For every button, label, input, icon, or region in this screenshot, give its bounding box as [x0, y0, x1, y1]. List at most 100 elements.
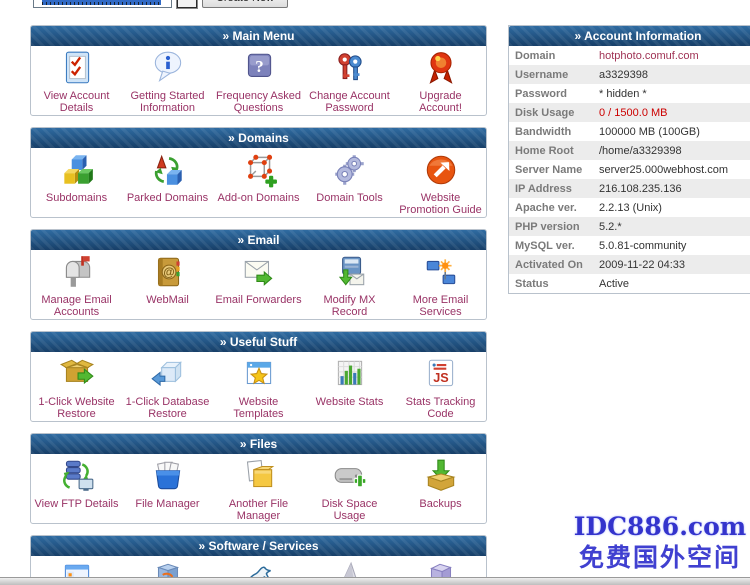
menu-item-label: View FTP Details [31, 498, 122, 510]
menu-item-view-account-details[interactable]: View Account Details [31, 47, 122, 114]
account-information-panel: » Account Information Domainhotphoto.com… [508, 25, 750, 294]
menu-item-label: WebMail [122, 294, 213, 306]
menu-item-disk-space-usage[interactable]: Disk Space Usage [304, 455, 395, 522]
menu-item-label: Subdomains [31, 192, 122, 204]
account-row-value: 216.108.235.136 [599, 183, 682, 195]
account-row-label: Server Name [509, 164, 599, 176]
svg-text:JS: JS [433, 371, 448, 385]
account-row-value: 2009-11-22 04:33 [599, 259, 685, 271]
menu-item-label: Change Account Password [304, 90, 395, 114]
modify-mx-record-icon [304, 251, 395, 293]
menu-item-label: Frequency Asked Questions [213, 90, 304, 114]
section-domains: » DomainsSubdomainsParked DomainsAdd-on … [30, 127, 487, 218]
section-header: » Files [31, 434, 486, 454]
menu-item-label: Manage Email Accounts [31, 294, 122, 318]
watermark: IDC886.com 免费国外空间 [570, 512, 750, 574]
menu-item-label: Website Promotion Guide [395, 192, 486, 216]
website-stats-icon [304, 353, 395, 395]
input-selected-text [42, 0, 161, 5]
window-bottom-edge [0, 577, 750, 585]
section-header: » Domains [31, 128, 486, 148]
account-row-disk-usage: Disk Usage0 / 1500.0 MB [509, 103, 750, 122]
account-row-password: Password* hidden * [509, 84, 750, 103]
subdomains-icon [31, 149, 122, 191]
account-row-status: StatusActive [509, 274, 750, 293]
watermark-slogan: 免费国外空间 [570, 542, 750, 574]
account-row-value: 0 / 1500.0 MB [599, 107, 668, 119]
account-row-php-version: PHP version5.2.* [509, 217, 750, 236]
account-row-label: Domain [509, 50, 599, 62]
account-row-value: Active [599, 278, 629, 290]
account-row-home-root: Home Root/home/a3329398 [509, 141, 750, 160]
svg-text:?: ? [255, 57, 263, 76]
account-row-bandwidth: Bandwidth100000 MB (100GB) [509, 122, 750, 141]
webmail-icon: @ [122, 251, 213, 293]
go-button[interactable] [177, 0, 197, 8]
menu-item-view-ftp-details[interactable]: View FTP Details [31, 455, 122, 510]
svg-text:@: @ [163, 266, 174, 279]
account-row-value[interactable]: hotphoto.comuf.com [599, 50, 699, 62]
section-header: » Email [31, 230, 486, 250]
account-row-value: 5.2.* [599, 221, 622, 233]
menu-item-label: More Email Services [395, 294, 486, 318]
menu-item-label: Backups [395, 498, 486, 510]
create-new-button[interactable]: Create New [202, 0, 288, 8]
menu-item-stats-tracking-code[interactable]: JSStats Tracking Code [395, 353, 486, 420]
menu-item-parked-domains[interactable]: Parked Domains [122, 149, 213, 204]
section-body: SubdomainsParked DomainsAdd-on DomainsDo… [31, 148, 486, 217]
account-row-mysql-ver: MySQL ver.5.0.81-community [509, 236, 750, 255]
account-row-label: Activated On [509, 259, 599, 271]
file-manager-icon [122, 455, 213, 497]
account-row-value: * hidden * [599, 88, 647, 100]
menu-item-label: Getting Started Information [122, 90, 213, 114]
account-row-value: 100000 MB (100GB) [599, 126, 700, 138]
domain-input[interactable] [33, 0, 172, 8]
menu-item-website-templates[interactable]: Website Templates [213, 353, 304, 420]
menu-item-another-file-manager[interactable]: Another File Manager [213, 455, 304, 522]
account-row-label: MySQL ver. [509, 240, 599, 252]
menu-item-more-email-services[interactable]: More Email Services [395, 251, 486, 318]
menu-item-getting-started-information[interactable]: Getting Started Information [122, 47, 213, 114]
account-information-rows: Domainhotphoto.comuf.com Usernamea3329398… [509, 46, 750, 293]
email-forwarders-icon [213, 251, 304, 293]
menu-item-modify-mx-record[interactable]: Modify MX Record [304, 251, 395, 318]
menu-item-1-click-website-restore[interactable]: 1-Click Website Restore [31, 353, 122, 420]
menu-item-label: Parked Domains [122, 192, 213, 204]
menu-item-frequency-asked-questions[interactable]: ? Frequency Asked Questions [213, 47, 304, 114]
another-file-manager-icon [213, 455, 304, 497]
account-row-value: /home/a3329398 [599, 145, 682, 157]
menu-item-email-forwarders[interactable]: Email Forwarders [213, 251, 304, 306]
menu-item-subdomains[interactable]: Subdomains [31, 149, 122, 204]
menu-item-domain-tools[interactable]: Domain Tools [304, 149, 395, 204]
account-row-ip-address: IP Address216.108.235.136 [509, 179, 750, 198]
menu-item-manage-email-accounts[interactable]: Manage Email Accounts [31, 251, 122, 318]
menu-item-website-promotion-guide[interactable]: Website Promotion Guide [395, 149, 486, 216]
add-on-domains-icon [213, 149, 304, 191]
menu-item-label: Email Forwarders [213, 294, 304, 306]
account-row-label: IP Address [509, 183, 599, 195]
upgrade-account-icon [395, 47, 486, 89]
domain-tools-icon [304, 149, 395, 191]
account-row-username: Usernamea3329398 [509, 65, 750, 84]
account-row-label: Username [509, 69, 599, 81]
menu-item-add-on-domains[interactable]: Add-on Domains [213, 149, 304, 204]
menu-item-1-click-database-restore[interactable]: 1-Click Database Restore [122, 353, 213, 420]
section-files: » FilesView FTP DetailsFile ManagerAnoth… [30, 433, 487, 524]
menu-item-label: Add-on Domains [213, 192, 304, 204]
menu-item-website-stats[interactable]: Website Stats [304, 353, 395, 408]
more-email-services-icon [395, 251, 486, 293]
section-header: » Useful Stuff [31, 332, 486, 352]
menu-item-file-manager[interactable]: File Manager [122, 455, 213, 510]
menu-item-webmail[interactable]: @ WebMail [122, 251, 213, 306]
disk-space-usage-icon [304, 455, 395, 497]
menu-item-change-account-password[interactable]: Change Account Password [304, 47, 395, 114]
account-row-value: 2.2.13 (Unix) [599, 202, 662, 214]
menu-item-backups[interactable]: Backups [395, 455, 486, 510]
section-email: » Email Manage Email Accounts @ WebMailEmai… [30, 229, 487, 320]
website-templates-icon [213, 353, 304, 395]
menu-item-label: File Manager [122, 498, 213, 510]
menu-item-upgrade-account[interactable]: Upgrade Account! [395, 47, 486, 114]
view-ftp-details-icon [31, 455, 122, 497]
section-body: View FTP DetailsFile ManagerAnother File… [31, 454, 486, 523]
view-account-details-icon [31, 47, 122, 89]
